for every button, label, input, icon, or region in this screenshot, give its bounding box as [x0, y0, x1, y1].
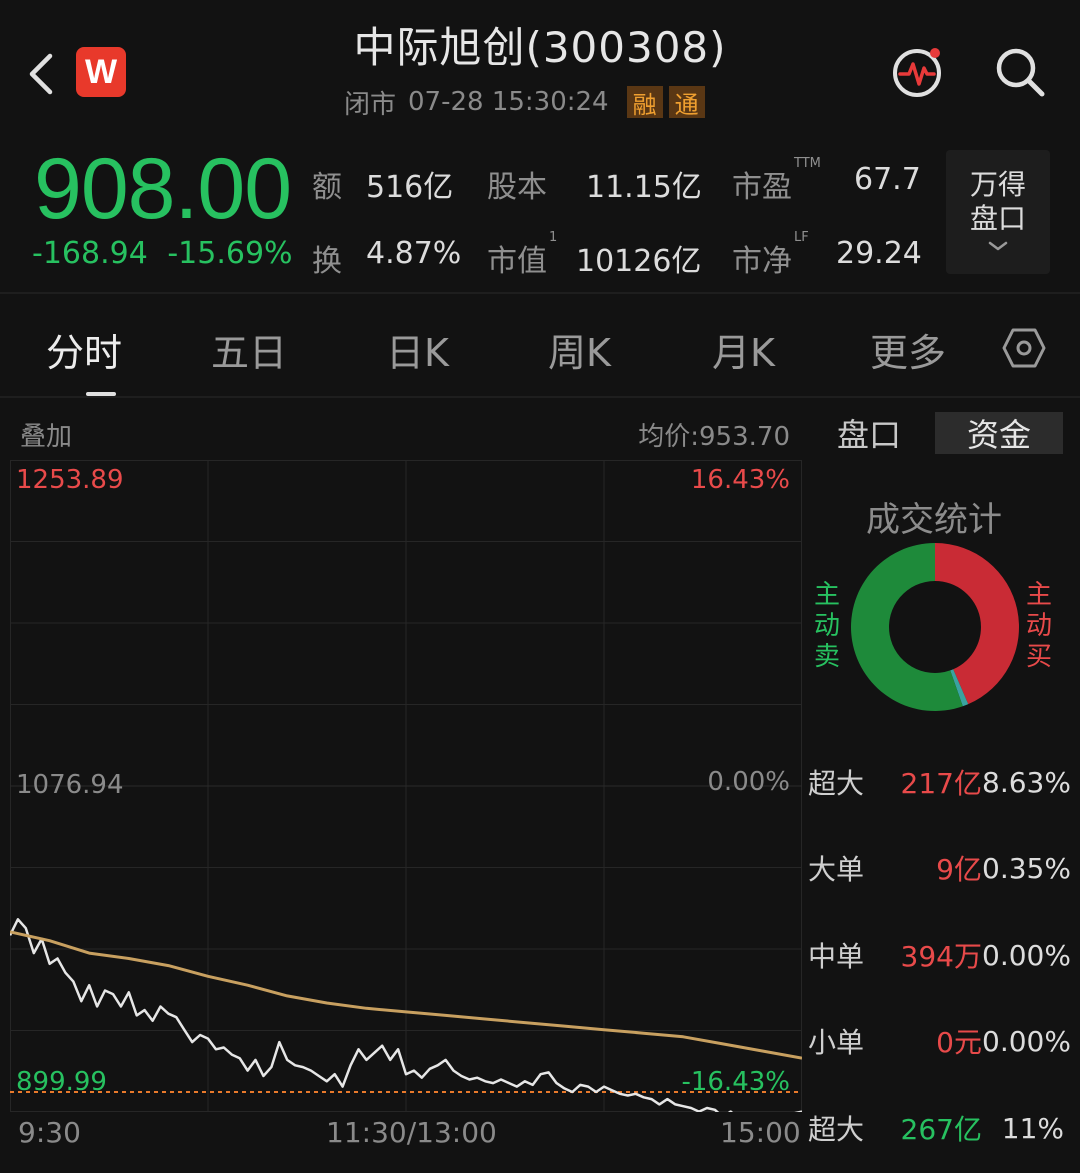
wind-pankou-button[interactable]: 万得 盘口 [946, 150, 1050, 274]
flow-row: 中单 394万 0.00% [808, 937, 1071, 974]
flow-row-percent: 11% [1001, 1111, 1064, 1145]
pct-mid-label: 0.00% [707, 767, 790, 797]
flow-row-label: 中单 [808, 940, 865, 973]
intraday-chart[interactable]: 1253.89 16.43% 1076.94 0.00% 899.99 -16.43% [10, 460, 802, 1112]
turnover-label: 额 [312, 170, 342, 205]
buy-sell-donut [851, 543, 1019, 711]
pct-min-label: -16.43% [681, 1067, 790, 1097]
current-price: 908.00 [34, 141, 292, 237]
divider [0, 396, 1080, 398]
flow-row-amount: 0元 [936, 1026, 982, 1059]
wind-button-line1: 万得 [969, 168, 1026, 201]
settings-icon[interactable] [1002, 326, 1046, 370]
tab-monthly-k[interactable]: 月K [712, 322, 775, 377]
turnover-rate-value: 4.87% [366, 236, 462, 271]
share-capital-label: 股本 [487, 170, 547, 205]
flow-row: 超大 217亿 8.63% [808, 764, 1071, 801]
average-price: 均价:953.70 [638, 422, 790, 452]
market-cap-label: 市值1 [487, 230, 558, 279]
tab-daily-k[interactable]: 日K [386, 322, 449, 377]
chart-grid [10, 460, 802, 1112]
flow-row-percent: 0.00% [982, 1024, 1071, 1058]
connect-tag: 通 [668, 86, 705, 119]
tab-more[interactable]: 更多 [870, 322, 946, 377]
flow-row-percent: 0.00% [982, 938, 1071, 972]
wind-button-line2: 盘口 [969, 202, 1026, 235]
tab-five-day[interactable]: 五日 [211, 322, 287, 377]
y-max-label: 1253.89 [16, 465, 124, 495]
flow-row-label: 超大 [808, 1113, 865, 1146]
pulse-icon[interactable] [890, 44, 946, 100]
turnover-rate-label: 换 [312, 244, 342, 279]
pb-label: 市净LF [732, 230, 809, 279]
turnover-value: 516亿 [366, 170, 454, 205]
time-label-midday: 11:30/13:00 [326, 1116, 497, 1149]
active-buy-label: 主动买 [1025, 580, 1052, 672]
flow-row: 超大 267亿 11% [808, 1110, 1064, 1147]
price-change: -168.94 -15.69% [32, 236, 293, 271]
overlay-button[interactable]: 叠加 [20, 416, 72, 453]
tab-order-book[interactable]: 盘口 [806, 412, 932, 454]
flow-row-amount: 9亿 [936, 853, 982, 886]
time-label-close: 15:00 [720, 1116, 801, 1149]
tab-capital-flow[interactable]: 资金 [935, 412, 1063, 454]
pb-value: 29.24 [836, 236, 922, 271]
active-sell-label: 主动卖 [813, 580, 840, 672]
flow-row-amount: 394万 [900, 940, 982, 973]
share-capital-value: 11.15亿 [586, 170, 702, 205]
market-cap-value: 10126亿 [576, 244, 702, 279]
flow-row-amount: 217亿 [900, 767, 982, 800]
flow-row-label: 小单 [808, 1026, 865, 1059]
market-status-line: 闭市 07-28 15:30:24 融 通 [344, 84, 705, 120]
flow-row-percent: 8.63% [982, 765, 1071, 799]
tab-weekly-k[interactable]: 周K [548, 322, 611, 377]
time-label-open: 9:30 [18, 1116, 81, 1149]
market-status: 闭市 [344, 89, 397, 120]
margin-tag: 融 [626, 86, 663, 119]
pe-value: 67.7 [854, 162, 921, 197]
flow-row-label: 超大 [808, 767, 865, 800]
divider [0, 292, 1080, 294]
change-amount: -168.94 [32, 236, 148, 271]
flow-row-percent: 0.35% [982, 851, 1071, 885]
flow-row: 大单 9亿 0.35% [808, 850, 1071, 887]
flow-row-amount: 267亿 [900, 1113, 982, 1146]
tab-intraday[interactable]: 分时 [46, 322, 122, 377]
y-min-label: 899.99 [16, 1067, 107, 1097]
flow-row-label: 大单 [808, 853, 865, 886]
trade-stats-title: 成交统计 [866, 500, 1002, 540]
pct-max-label: 16.43% [691, 465, 790, 495]
search-icon[interactable] [992, 44, 1048, 100]
flow-row: 小单 0元 0.00% [808, 1023, 1071, 1060]
y-mid-label: 1076.94 [16, 770, 124, 800]
datetime: 07-28 15:30:24 [408, 87, 609, 117]
pe-label: 市盈TTM [732, 156, 821, 205]
chevron-down-icon [988, 241, 1008, 251]
change-percent: -15.69% [167, 236, 293, 271]
